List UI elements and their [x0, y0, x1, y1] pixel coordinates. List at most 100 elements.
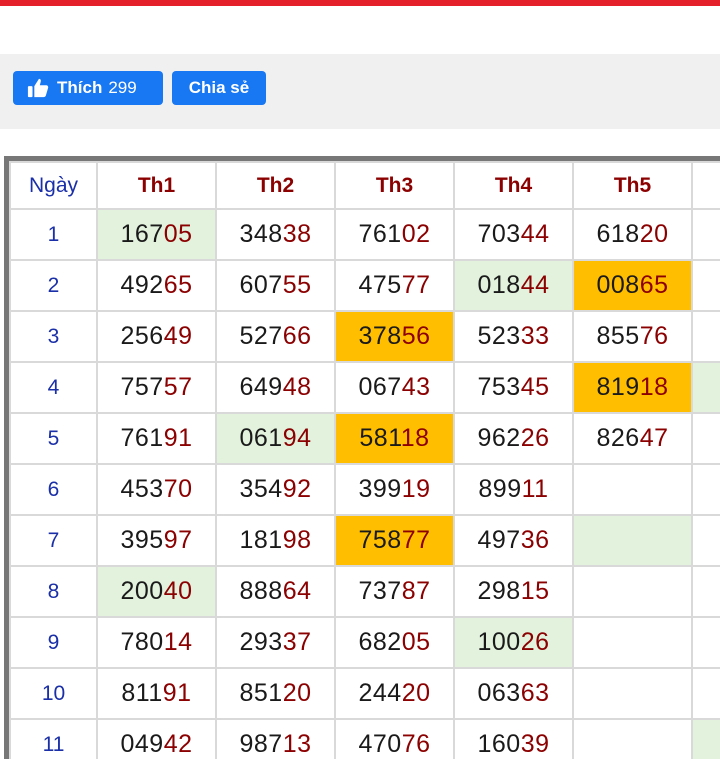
result-head-digits: 607 [239, 271, 283, 299]
result-head-digits: 008 [596, 271, 640, 299]
result-cell: 25649 [96, 310, 217, 363]
column-header-day: Ngày [9, 161, 98, 210]
result-tail-digits: 55 [282, 271, 312, 299]
result-tail-digits: 15 [520, 577, 550, 605]
result-tail-digits: 39 [520, 730, 550, 758]
result-cell: 06363 [453, 667, 574, 720]
result-tail-digits: 20 [282, 679, 312, 707]
result-cell: 24420 [334, 667, 455, 720]
table-row: 3 25649 52766 37856 52333 85576 [9, 310, 720, 363]
facebook-share-button[interactable]: Chia sẻ [172, 71, 266, 105]
result-cell [691, 514, 720, 567]
result-head-digits: 399 [358, 475, 402, 503]
result-head-digits: 492 [120, 271, 164, 299]
day-cell: 8 [9, 565, 98, 618]
table-row: 5 76191 06194 58118 96226 82647 [9, 412, 720, 465]
table-header-row: NgàyTh1Th2Th3Th4Th5T [9, 161, 720, 210]
result-cell: 98713 [215, 718, 336, 759]
table-row: 10 81191 85120 24420 06363 [9, 667, 720, 720]
result-tail-digits: 49 [163, 322, 193, 350]
result-cell: 52333 [453, 310, 574, 363]
result-cell: 16039 [453, 718, 574, 759]
table-row: 2 49265 60755 47577 01844 00865 [9, 259, 720, 312]
result-tail-digits: 11 [521, 475, 549, 503]
result-head-digits: 753 [477, 373, 521, 401]
result-cell: 64948 [215, 361, 336, 414]
result-head-digits: 851 [239, 679, 283, 707]
like-label: Thích [57, 78, 103, 97]
result-head-digits: 200 [120, 577, 164, 605]
result-tail-digits: 63 [520, 679, 550, 707]
result-head-digits: 049 [120, 730, 164, 758]
result-head-digits: 167 [120, 220, 164, 248]
result-head-digits: 470 [358, 730, 402, 758]
column-header-th5: Th5 [572, 161, 693, 210]
result-head-digits: 100 [477, 628, 521, 656]
column-header-th2: Th2 [215, 161, 336, 210]
result-tail-digits: 77 [401, 271, 431, 299]
result-cell [572, 616, 693, 669]
result-head-digits: 811 [121, 679, 163, 707]
result-head-digits: 354 [239, 475, 283, 503]
result-tail-digits: 44 [520, 271, 550, 299]
result-cell: 35492 [215, 463, 336, 516]
result-cell: 70344 [453, 208, 574, 261]
result-head-digits: 757 [120, 373, 164, 401]
result-tail-digits: 76 [401, 730, 431, 758]
result-tail-digits: 56 [401, 322, 431, 350]
result-head-digits: 063 [477, 679, 521, 707]
result-cell: 75877 [334, 514, 455, 567]
table-row: 4 75757 64948 06743 75345 81918 [9, 361, 720, 414]
result-cell [572, 718, 693, 759]
result-cell [691, 361, 720, 414]
table-row: 8 20040 88864 73787 29815 [9, 565, 720, 618]
result-head-digits: 780 [120, 628, 164, 656]
result-tail-digits: 66 [282, 322, 312, 350]
result-tail-digits: 13 [282, 730, 312, 758]
column-header-th3: Th3 [334, 161, 455, 210]
result-head-digits: 761 [120, 424, 164, 452]
result-cell: 76102 [334, 208, 455, 261]
result-cell: 47076 [334, 718, 455, 759]
result-cell: 81918 [572, 361, 693, 414]
result-cell [691, 718, 720, 759]
result-cell: 06194 [215, 412, 336, 465]
result-cell: 52766 [215, 310, 336, 363]
result-cell: 68205 [334, 616, 455, 669]
result-cell: 47577 [334, 259, 455, 312]
result-head-digits: 703 [477, 220, 521, 248]
table-row: 9 78014 29337 68205 10026 [9, 616, 720, 669]
result-tail-digits: 47 [639, 424, 669, 452]
result-cell [691, 412, 720, 465]
result-cell [691, 259, 720, 312]
result-cell: 18198 [215, 514, 336, 567]
result-cell: 20040 [96, 565, 217, 618]
result-cell: 01844 [453, 259, 574, 312]
result-head-digits: 067 [358, 373, 402, 401]
result-head-digits: 962 [477, 424, 521, 452]
results-table-container[interactable]: NgàyTh1Th2Th3Th4Th5T 1167053483876102703… [4, 156, 720, 759]
facebook-like-button[interactable]: Thích 299 [13, 71, 163, 105]
result-cell [572, 667, 693, 720]
result-tail-digits: 20 [639, 220, 669, 248]
result-tail-digits: 37 [282, 628, 312, 656]
result-tail-digits: 40 [163, 577, 193, 605]
day-cell: 3 [9, 310, 98, 363]
result-tail-digits: 87 [401, 577, 431, 605]
result-cell [691, 667, 720, 720]
result-cell: 61820 [572, 208, 693, 261]
result-head-digits: 256 [120, 322, 164, 350]
result-head-digits: 527 [239, 322, 283, 350]
result-head-digits: 987 [239, 730, 283, 758]
result-cell: 34838 [215, 208, 336, 261]
thumbs-up-icon [27, 77, 49, 99]
day-cell: 5 [9, 412, 98, 465]
result-tail-digits: 02 [401, 220, 431, 248]
table-row: 7 39597 18198 75877 49736 [9, 514, 720, 567]
result-head-digits: 899 [478, 475, 522, 503]
result-cell: 29337 [215, 616, 336, 669]
result-tail-digits: 43 [401, 373, 431, 401]
like-count: 299 [108, 78, 137, 97]
result-cell: 73787 [334, 565, 455, 618]
result-cell [691, 616, 720, 669]
